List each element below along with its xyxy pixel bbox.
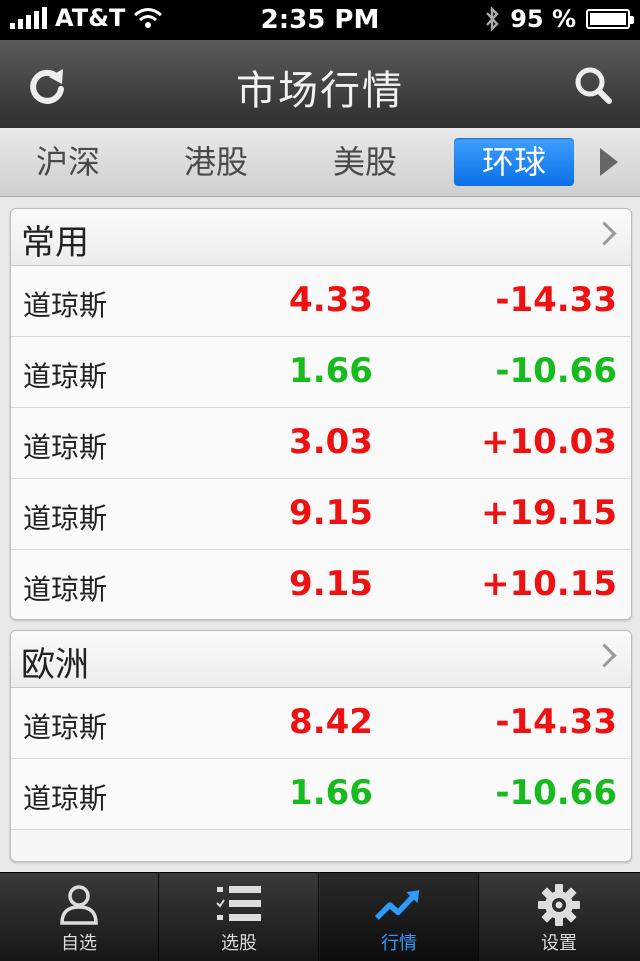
index-price: 4.33 xyxy=(289,280,373,320)
bluetooth-icon xyxy=(486,6,499,32)
index-price: 1.66 xyxy=(289,773,373,813)
index-change: +19.15 xyxy=(480,493,617,533)
status-bar: AT&T 2:35 PM 95 % xyxy=(0,0,640,40)
gear-icon xyxy=(535,881,583,929)
list-item[interactable]: 道琼斯 8.42 -14.33 xyxy=(11,688,631,759)
checklist-icon xyxy=(215,881,263,929)
market-tabs: 沪深 港股 美股 环球 xyxy=(0,128,640,197)
list-item[interactable]: 道琼斯 1.66 -10.66 xyxy=(11,337,631,408)
index-price: 8.42 xyxy=(289,702,373,742)
section-header[interactable]: 欧洲 xyxy=(11,631,631,688)
battery-percent: 95 % xyxy=(510,5,576,33)
search-button[interactable] xyxy=(568,60,618,110)
list-item[interactable]: 道琼斯 9.15 +10.15 xyxy=(11,550,631,619)
chevron-right-icon xyxy=(592,221,617,246)
index-name: 道琼斯 xyxy=(23,431,108,464)
tabs-next-arrow-icon[interactable] xyxy=(600,148,618,176)
navigation-bar: 市场行情 xyxy=(0,40,640,129)
list-item[interactable]: 道琼斯 9.15 +19.15 xyxy=(11,479,631,550)
list-item[interactable]: 道琼斯 4.33 -14.33 xyxy=(11,266,631,337)
tab-global[interactable]: 环球 xyxy=(454,138,574,186)
tab-stock-picker[interactable]: 选股 xyxy=(160,873,319,961)
tab-label: 选股 xyxy=(221,933,257,954)
index-change: +10.15 xyxy=(480,564,617,604)
section-title: 常用 xyxy=(21,223,89,263)
bottom-tab-bar: 自选 选股 行情 设置 xyxy=(0,872,640,961)
index-price: 3.03 xyxy=(289,422,373,462)
index-change: -10.66 xyxy=(495,351,617,391)
index-name: 道琼斯 xyxy=(23,711,108,744)
index-name: 道琼斯 xyxy=(23,360,108,393)
tab-label: 行情 xyxy=(381,933,417,954)
status-right: 95 % xyxy=(484,5,634,33)
index-change: -10.66 xyxy=(495,773,617,813)
section-common: 常用 道琼斯 4.33 -14.33 道琼斯 1.66 -10.66 道琼斯 3… xyxy=(10,208,632,620)
tab-market[interactable]: 行情 xyxy=(320,873,479,961)
index-change: -14.33 xyxy=(495,702,617,742)
index-price: 1.66 xyxy=(289,351,373,391)
index-price: 9.15 xyxy=(289,564,373,604)
tab-watchlist[interactable]: 自选 xyxy=(0,873,159,961)
chevron-right-icon xyxy=(592,643,617,668)
index-price: 9.15 xyxy=(289,493,373,533)
page-title: 市场行情 xyxy=(236,68,404,114)
search-icon xyxy=(575,67,612,104)
tab-shanghai-shenzhen[interactable]: 沪深 xyxy=(8,138,128,186)
person-icon xyxy=(55,881,103,929)
section-title: 欧洲 xyxy=(21,645,89,685)
index-name: 道琼斯 xyxy=(23,289,108,322)
tab-us-stocks[interactable]: 美股 xyxy=(305,138,425,186)
tab-label: 自选 xyxy=(61,933,97,954)
index-name: 道琼斯 xyxy=(23,573,108,606)
tab-hong-kong[interactable]: 港股 xyxy=(156,138,276,186)
index-name: 道琼斯 xyxy=(23,502,108,535)
index-change: +10.03 xyxy=(480,422,617,462)
index-change: -14.33 xyxy=(495,280,617,320)
tab-label: 设置 xyxy=(541,933,577,954)
battery-icon xyxy=(586,9,634,29)
list-item[interactable]: 道琼斯 3.03 +10.03 xyxy=(11,408,631,479)
tab-settings[interactable]: 设置 xyxy=(480,873,638,961)
trend-chart-icon xyxy=(375,881,423,929)
index-name: 道琼斯 xyxy=(23,782,108,815)
section-header[interactable]: 常用 xyxy=(11,209,631,266)
section-europe: 欧洲 道琼斯 8.42 -14.33 道琼斯 1.66 -10.66 xyxy=(10,630,632,862)
list-item[interactable]: 道琼斯 1.66 -10.66 xyxy=(11,759,631,830)
